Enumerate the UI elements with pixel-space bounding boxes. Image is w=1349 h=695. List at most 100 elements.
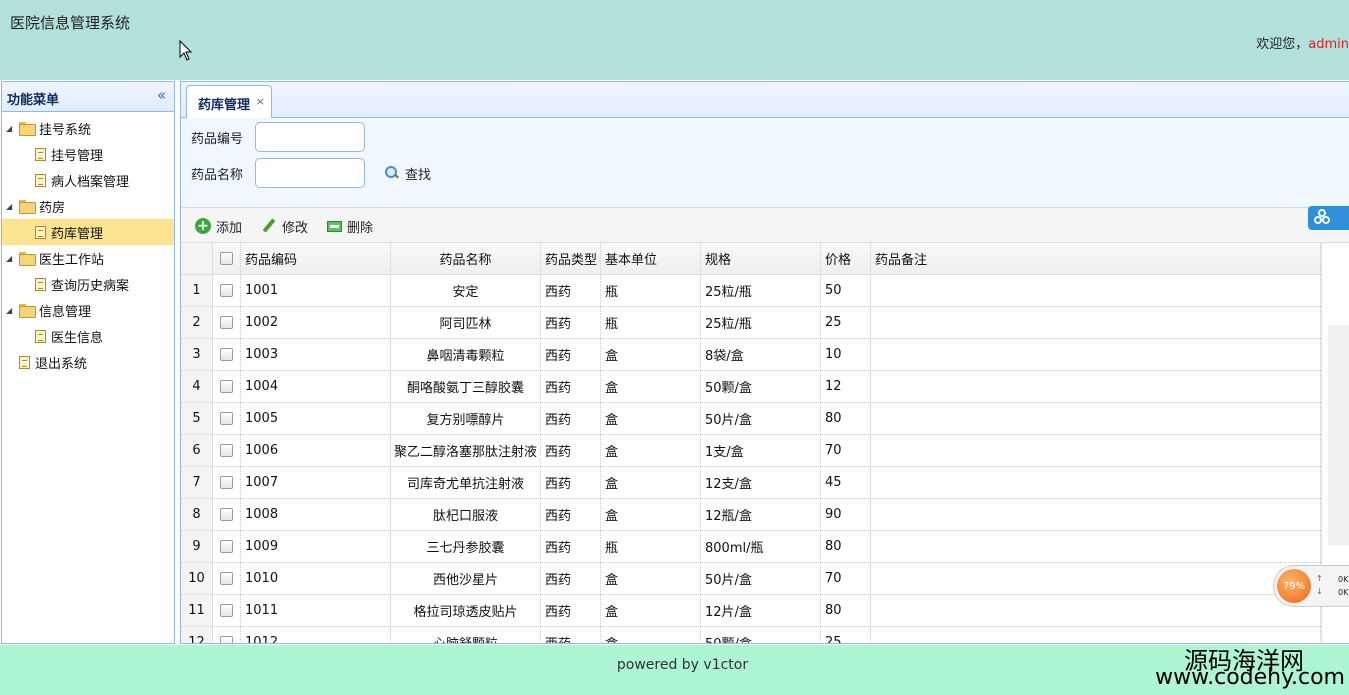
drug-code-input[interactable] [255,122,365,152]
row-number: 1 [181,275,213,306]
cell-price: 25 [821,627,871,643]
tree-item-drug-inventory[interactable]: 药库管理 [2,219,174,245]
drug-name-input[interactable] [255,158,365,188]
expanded-triangle-icon[interactable]: ◢ [6,306,16,315]
row-select-cell [213,467,241,498]
cell-name: 聚乙二醇洛塞那肽注射液 [391,435,541,466]
tab-close-icon[interactable]: × [256,95,265,108]
table-row[interactable]: 11 1011 格拉司琼透皮贴片 西药盒 12片/盒 80 [181,595,1321,627]
row-select-cell [213,595,241,626]
share-float-button[interactable] [1308,206,1349,230]
tree-item-logout[interactable]: 退出系统 [2,349,174,375]
tree-folder-pharmacy[interactable]: ◢ 药房 [2,193,174,219]
row-checkbox[interactable] [220,348,233,361]
row-checkbox[interactable] [220,508,233,521]
drug-name-label: 药品名称 [191,168,244,183]
delete-button[interactable]: 删除 [327,216,373,236]
tree-node-label: 查询历史病案 [51,278,130,294]
col-header-remark[interactable]: 药品备注 [871,243,1321,274]
add-button[interactable]: + 添加 [195,216,242,236]
cell-spec: 50片/盒 [701,563,821,594]
edit-button[interactable]: 修改 [261,216,308,236]
table-row[interactable]: 7 1007 司库奇尤单抗注射液 西药盒 12支/盒 45 [181,467,1321,499]
tree-node-label: 病人档案管理 [51,174,130,190]
tree-item-registration-mgmt[interactable]: 挂号管理 [2,141,174,167]
collapse-double-left-icon[interactable]: « [157,86,166,104]
cell-type: 西药 [541,595,601,626]
tree-node-label: 药房 [39,200,66,216]
col-header-unit[interactable]: 基本单位 [601,243,701,274]
row-checkbox[interactable] [220,476,233,489]
app-title: 医院信息管理系统 [10,14,131,32]
tab-drug-inventory[interactable]: 药库管理 × [186,85,272,118]
tree-node-label: 挂号系统 [39,122,92,138]
table-row[interactable]: 1 1001 安定 西药瓶 25粒/瓶 50 [181,275,1321,307]
search-button-label: 查找 [405,167,432,183]
cell-name: 酮咯酸氨丁三醇胶囊 [391,371,541,402]
tree-node-label: 挂号管理 [51,148,104,164]
cell-price: 90 [821,499,871,530]
row-checkbox[interactable] [220,572,233,585]
tree-folder-info-mgmt[interactable]: ◢ 信息管理 [2,297,174,323]
cell-remark [871,275,1321,306]
tree-folder-doctor-station[interactable]: ◢ 医生工作站 [2,245,174,271]
table-row[interactable]: 3 1003 鼻咽清毒颗粒 西药盒 8袋/盒 10 [181,339,1321,371]
download-arrow-icon: ↓ [1316,587,1323,596]
row-checkbox[interactable] [220,636,233,643]
tree-item-doctor-info[interactable]: 医生信息 [2,323,174,349]
tabs-bar: 药库管理 × [181,82,1349,118]
row-checkbox[interactable] [220,444,233,457]
cell-spec: 50颗/盒 [701,371,821,402]
table-row[interactable]: 8 1008 肽杞口服液 西药盒 12瓶/盒 90 [181,499,1321,531]
row-checkbox[interactable] [220,284,233,297]
row-number: 9 [181,531,213,562]
cell-spec: 50片/盒 [701,403,821,434]
cell-unit: 瓶 [601,307,701,338]
row-number: 10 [181,563,213,594]
expanded-triangle-icon[interactable]: ◢ [6,124,16,133]
net-speed-widget[interactable]: 79% ↑ 0K ↓ 0K [1273,565,1349,607]
expanded-triangle-icon[interactable]: ◢ [6,254,16,263]
row-checkbox[interactable] [220,604,233,617]
current-user-link[interactable]: admin [1308,37,1349,52]
sidebar-menu: 功能菜单 « ◢ 挂号系统 挂号管理 病人档案管理 ◢ 药房 药库管理 ◢ 医生… [1,81,175,644]
tree-item-patient-records[interactable]: 病人档案管理 [2,167,174,193]
row-select-cell [213,307,241,338]
table-row[interactable]: 4 1004 酮咯酸氨丁三醇胶囊 西药盒 50颗/盒 12 [181,371,1321,403]
cell-unit: 盒 [601,403,701,434]
col-header-code[interactable]: 药品编码 [241,243,391,274]
cell-unit: 盒 [601,595,701,626]
table-row[interactable]: 10 1010 西他沙星片 西药盒 50片/盒 70 [181,563,1321,595]
row-checkbox[interactable] [220,540,233,553]
col-header-name[interactable]: 药品名称 [391,243,541,274]
row-select-cell [213,435,241,466]
cell-type: 西药 [541,275,601,306]
cell-unit: 盒 [601,339,701,370]
cell-name: 三七丹参胶囊 [391,531,541,562]
col-header-spec[interactable]: 规格 [701,243,821,274]
tree-item-history-cases[interactable]: 查询历史病案 [2,271,174,297]
scrollbar-thumb[interactable] [1328,325,1349,545]
row-checkbox[interactable] [220,316,233,329]
cell-type: 西药 [541,531,601,562]
table-row[interactable]: 12 1012心脑舒颗粒西药盒50颗/盒25 [181,627,1321,643]
table-row[interactable]: 6 1006 聚乙二醇洛塞那肽注射液 西药盒 1支/盒 70 [181,435,1321,467]
col-header-price[interactable]: 价格 [821,243,871,274]
row-checkbox[interactable] [220,380,233,393]
cell-type: 西药 [541,563,601,594]
cell-name: 阿司匹林 [391,307,541,338]
tree-folder-registration[interactable]: ◢ 挂号系统 [2,115,174,141]
edit-pencil-icon [261,218,277,234]
col-header-type[interactable]: 药品类型 [541,243,601,274]
row-checkbox[interactable] [220,412,233,425]
delete-icon [327,220,342,232]
table-row[interactable]: 9 1009 三七丹参胶囊 西药瓶 800ml/瓶 80 [181,531,1321,563]
table-row[interactable]: 5 1005 复方别嘌醇片 西药盒 50片/盒 80 [181,403,1321,435]
cell-code: 1007 [241,467,391,498]
expanded-triangle-icon[interactable]: ◢ [6,202,16,211]
cell-spec: 8袋/盒 [701,339,821,370]
select-all-checkbox[interactable] [220,252,233,265]
table-row[interactable]: 2 1002 阿司匹林 西药瓶 25粒/瓶 25 [181,307,1321,339]
grid-header-row: 药品编码 药品名称 药品类型 基本单位 规格 价格 药品备注 [181,243,1321,275]
search-button[interactable]: 查找 [385,163,431,183]
